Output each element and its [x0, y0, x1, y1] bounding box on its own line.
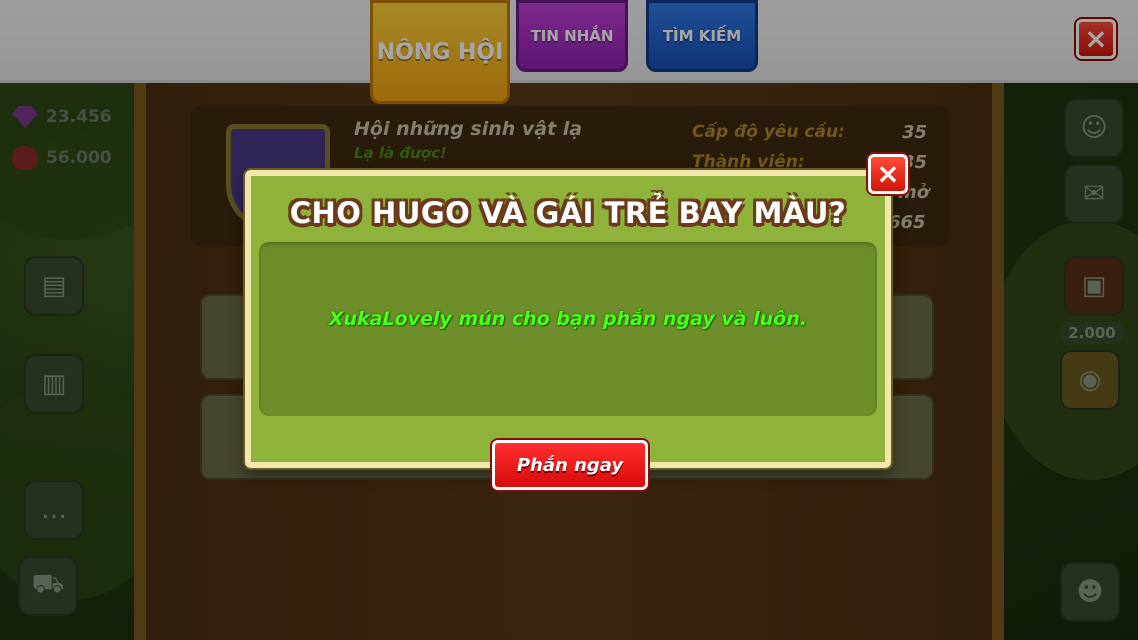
- dialog-title: CHO HUGO VÀ GÁI TRẺ BAY MÀU?: [289, 196, 847, 230]
- dialog-body: XukaLovely mún cho bạn phắn ngay và luôn…: [259, 242, 877, 416]
- kick-confirm-label: Phắn ngay: [516, 454, 624, 476]
- dialog-close-button[interactable]: ×: [868, 154, 908, 194]
- kick-confirm-button[interactable]: Phắn ngay: [492, 440, 648, 490]
- confirm-dialog: CHO HUGO VÀ GÁI TRẺ BAY MÀU? XukaLovely …: [245, 170, 891, 468]
- dialog-message: XukaLovely mún cho bạn phắn ngay và luôn…: [328, 308, 808, 330]
- close-icon: ×: [876, 157, 900, 190]
